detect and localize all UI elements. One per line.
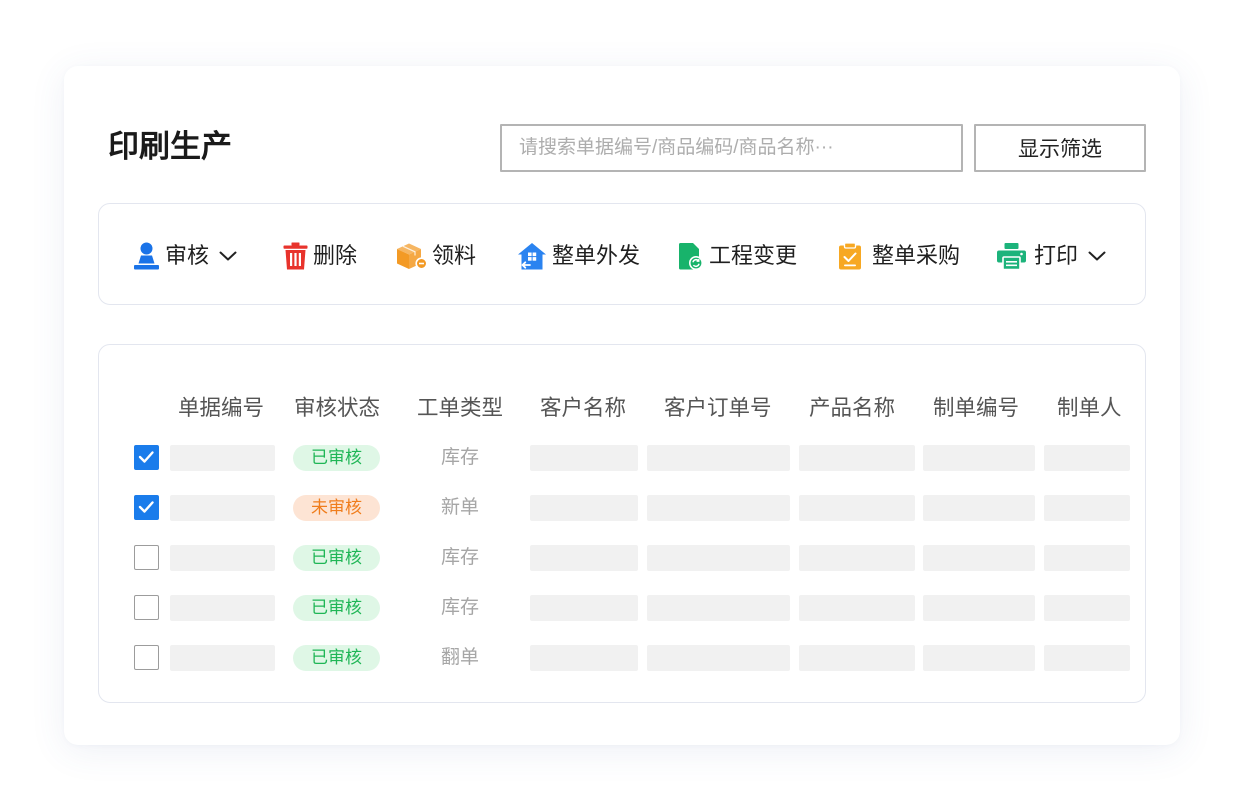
- cell-placeholder: [923, 545, 1035, 571]
- table-row[interactable]: 已审核 库存: [99, 533, 1145, 583]
- table-row[interactable]: 已审核 库存: [99, 433, 1145, 483]
- house-arrow-icon: [518, 243, 546, 270]
- cell-placeholder: [647, 445, 790, 471]
- document-refresh-icon: [679, 243, 703, 270]
- cell-placeholder: [799, 645, 915, 671]
- cell-placeholder: [170, 495, 275, 521]
- table-row[interactable]: 已审核 库存: [99, 583, 1145, 633]
- print-button[interactable]: 打印: [996, 226, 1106, 286]
- cell-placeholder: [647, 595, 790, 621]
- row-checkbox[interactable]: [134, 595, 159, 620]
- status-badge: 已审核: [293, 545, 380, 571]
- outsource-order-button[interactable]: 整单外发: [517, 226, 640, 286]
- action-toolbar: 审核 删除 领料 整单外发 工程变更 整单采购 打印: [98, 203, 1146, 305]
- cell-placeholder: [923, 445, 1035, 471]
- cell-placeholder: [170, 645, 275, 671]
- trash-icon: [283, 242, 308, 270]
- cell-placeholder: [170, 445, 275, 471]
- cell-placeholder: [530, 645, 638, 671]
- cell-placeholder: [647, 545, 790, 571]
- data-table: 单据编号 审核状态 工单类型 客户名称 客户订单号 产品名称 制单编号 制单人 …: [98, 344, 1146, 703]
- column-header-customer-name: 客户名称: [540, 396, 627, 420]
- cell-placeholder: [799, 545, 915, 571]
- table-body: 已审核 库存 未审核 新单 已审核 库存 已审核 库存 已审核 翻单: [99, 433, 1145, 683]
- row-checkbox[interactable]: [134, 545, 159, 570]
- cell-placeholder: [530, 545, 638, 571]
- chevron-down-icon[interactable]: [1088, 251, 1106, 261]
- table-header: 单据编号 审核状态 工单类型 客户名称 客户订单号 产品名称 制单编号 制单人: [99, 393, 1145, 423]
- cell-placeholder: [799, 595, 915, 621]
- cell-placeholder: [170, 545, 275, 571]
- cell-placeholder: [799, 445, 915, 471]
- cell-placeholder: [923, 595, 1035, 621]
- page-title: 印刷生产: [108, 129, 232, 164]
- table-row[interactable]: 未审核 新单: [99, 483, 1145, 533]
- clipboard-check-icon: [839, 242, 861, 270]
- order-type-cell: 翻单: [440, 647, 479, 668]
- cell-placeholder: [530, 495, 638, 521]
- main-card: 印刷生产 显示筛选 审核 删除: [64, 66, 1180, 745]
- cell-placeholder: [1044, 645, 1130, 671]
- cell-placeholder: [1044, 445, 1130, 471]
- engineering-change-button-label: 工程变更: [709, 243, 798, 268]
- approve-button-label: 审核: [165, 243, 210, 268]
- approve-button[interactable]: 审核: [133, 226, 237, 286]
- search-input[interactable]: [500, 124, 963, 172]
- column-header-doc-number: 单据编号: [178, 396, 265, 420]
- column-header-maker-number: 制单编号: [933, 396, 1020, 420]
- person-stamp-icon: [134, 242, 159, 270]
- print-button-label: 打印: [1034, 243, 1079, 268]
- show-filter-button[interactable]: 显示筛选: [974, 124, 1146, 172]
- cell-placeholder: [530, 445, 638, 471]
- order-type-cell: 库存: [440, 597, 479, 618]
- cell-placeholder: [1044, 595, 1130, 621]
- column-header-order-type: 工单类型: [417, 396, 504, 420]
- order-type-cell: 库存: [440, 447, 479, 468]
- status-badge: 已审核: [293, 645, 380, 671]
- cell-placeholder: [530, 595, 638, 621]
- delete-button[interactable]: 删除: [283, 226, 357, 286]
- cell-placeholder: [170, 595, 275, 621]
- engineering-change-button[interactable]: 工程变更: [676, 226, 797, 286]
- column-header-customer-order-no: 客户订单号: [664, 396, 772, 420]
- status-badge: 未审核: [293, 495, 380, 521]
- material-pick-button[interactable]: 领料: [395, 226, 476, 286]
- printer-icon: [997, 243, 1026, 270]
- material-pick-button-label: 领料: [432, 243, 477, 268]
- cell-placeholder: [1044, 545, 1130, 571]
- status-badge: 已审核: [293, 595, 380, 621]
- cell-placeholder: [799, 495, 915, 521]
- box-icon: [397, 243, 428, 270]
- row-checkbox[interactable]: [134, 445, 159, 470]
- delete-button-label: 删除: [313, 243, 358, 268]
- purchase-order-button-label: 整单采购: [872, 243, 961, 268]
- outsource-order-button-label: 整单外发: [552, 243, 641, 268]
- cell-placeholder: [923, 645, 1035, 671]
- cell-placeholder: [647, 645, 790, 671]
- cell-placeholder: [647, 495, 790, 521]
- cell-placeholder: [1044, 495, 1130, 521]
- column-header-maker: 制单人: [1057, 396, 1122, 420]
- chevron-down-icon[interactable]: [219, 251, 237, 261]
- checkmark-icon: [138, 451, 154, 463]
- row-checkbox[interactable]: [134, 495, 159, 520]
- column-header-review-status: 审核状态: [294, 396, 381, 420]
- purchase-order-button[interactable]: 整单采购: [836, 226, 960, 286]
- status-badge: 已审核: [293, 445, 380, 471]
- column-header-product-name: 产品名称: [809, 396, 896, 420]
- table-row[interactable]: 已审核 翻单: [99, 633, 1145, 683]
- order-type-cell: 新单: [440, 497, 479, 518]
- checkmark-icon: [138, 501, 154, 513]
- cell-placeholder: [923, 495, 1035, 521]
- order-type-cell: 库存: [440, 547, 479, 568]
- row-checkbox[interactable]: [134, 645, 159, 670]
